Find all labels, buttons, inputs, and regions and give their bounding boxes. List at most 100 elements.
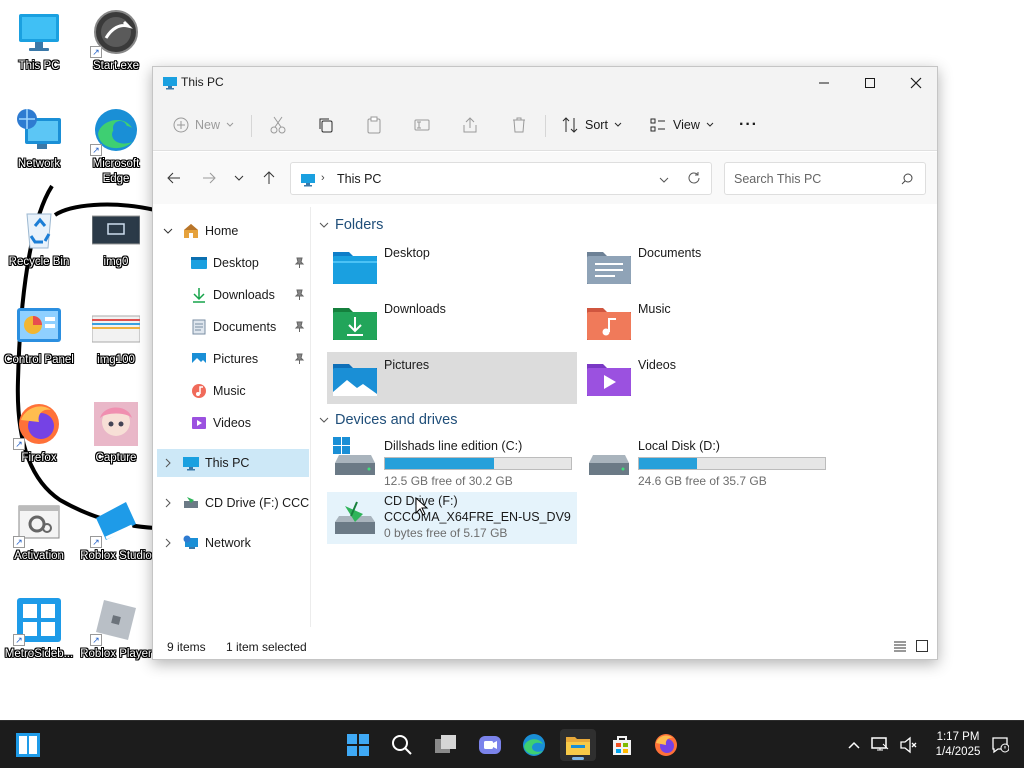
- windows-logo-icon: [333, 437, 350, 454]
- sidebar-item-label: Desktop: [213, 256, 259, 270]
- sort-button[interactable]: Sort: [561, 113, 622, 137]
- up-button[interactable]: [257, 166, 281, 190]
- address-dropdown-button[interactable]: [659, 173, 669, 187]
- drive-tile-d[interactable]: Local Disk (D:) 24.6 GB free of 35.7 GB: [581, 437, 841, 491]
- desktop-icon-firefox[interactable]: ↗ Firefox: [1, 396, 77, 488]
- drive-usage-fill: [385, 458, 494, 469]
- chat-button[interactable]: [472, 729, 508, 761]
- desktop-icon-label: Roblox Player: [80, 648, 152, 660]
- chevron-right-icon[interactable]: [163, 538, 173, 548]
- taskbar-store-button[interactable]: [604, 729, 640, 761]
- chevron-right-icon[interactable]: [163, 458, 173, 468]
- taskbar-firefox-button[interactable]: [648, 729, 684, 761]
- taskbar-edge-button[interactable]: [516, 729, 552, 761]
- more-options-button[interactable]: ···: [739, 113, 758, 137]
- share-icon: [463, 117, 477, 133]
- desktop-icon-roblox-studio[interactable]: ↗ Roblox Studio: [78, 494, 154, 586]
- drive-free-space: 12.5 GB free of 30.2 GB: [384, 474, 513, 488]
- cut-button[interactable]: [269, 113, 287, 137]
- address-bar[interactable]: › This PC: [290, 162, 712, 195]
- sidebar-item-cd-drive[interactable]: CD Drive (F:) CCCOMA_X64FRE_EN-US_DV9: [157, 489, 309, 517]
- sidebar-item-label: Pictures: [213, 352, 259, 366]
- desktop-icon-capture[interactable]: Capture: [78, 396, 154, 488]
- task-view-button[interactable]: [428, 729, 464, 761]
- sidebar-item-documents[interactable]: Documents: [157, 313, 309, 341]
- new-button[interactable]: New: [173, 113, 234, 137]
- folder-name: Downloads: [384, 302, 446, 316]
- chevron-right-icon: ›: [321, 172, 325, 184]
- folder-tile-videos[interactable]: Videos: [581, 352, 831, 404]
- taskbar-file-explorer-button[interactable]: [560, 729, 596, 761]
- taskbar-metro-sidebar-button[interactable]: [10, 729, 46, 761]
- section-title: Folders: [335, 217, 384, 233]
- desktop-icon-img100[interactable]: img100: [78, 298, 154, 390]
- taskbar-search-button[interactable]: [384, 729, 420, 761]
- desktop-icon-start-exe[interactable]: ↗ Start.exe: [78, 4, 154, 96]
- close-button[interactable]: [893, 67, 939, 99]
- desktop-icon-roblox-player[interactable]: ↗ Roblox Player: [78, 592, 154, 684]
- refresh-button[interactable]: [687, 171, 701, 188]
- desktop-icon-this-pc[interactable]: This PC: [1, 4, 77, 96]
- network-status-button[interactable]: [866, 729, 894, 761]
- arrow-left-icon: [167, 172, 180, 184]
- delete-button[interactable]: [510, 113, 528, 137]
- sidebar-item-this-pc[interactable]: This PC: [157, 449, 309, 477]
- copy-button[interactable]: [317, 113, 335, 137]
- drive-volume-label: CCCOMA_X64FRE_EN-US_DV9: [384, 510, 571, 524]
- roblox-studio-icon: ↗: [90, 498, 140, 548]
- devices-section-header[interactable]: Devices and drives: [319, 412, 458, 428]
- pictures-folder-icon: [333, 358, 377, 401]
- drive-tile-cd-f[interactable]: CD Drive (F:) CCCOMA_X64FRE_EN-US_DV9 0 …: [327, 492, 577, 544]
- sidebar-item-downloads[interactable]: Downloads: [157, 281, 309, 309]
- view-button[interactable]: View: [649, 113, 714, 137]
- folders-section-header[interactable]: Folders: [319, 217, 383, 233]
- window-title: This PC: [181, 75, 224, 89]
- rename-button[interactable]: [413, 113, 431, 137]
- sidebar-item-desktop[interactable]: Desktop: [157, 249, 309, 277]
- sidebar-item-music[interactable]: Music: [157, 377, 309, 405]
- clock[interactable]: 1:17 PM 1/4/2025: [928, 730, 988, 760]
- start-button[interactable]: [340, 729, 376, 761]
- pane-divider[interactable]: [310, 207, 311, 627]
- sidebar-item-network[interactable]: Network: [157, 529, 309, 557]
- shortcut-arrow-icon: ↗: [90, 634, 102, 646]
- volume-button[interactable]: [894, 729, 922, 761]
- folder-tile-downloads[interactable]: Downloads: [327, 296, 577, 348]
- desktop-icon-network[interactable]: Network: [1, 102, 77, 194]
- desktop-icon-control-panel[interactable]: Control Panel: [1, 298, 77, 390]
- desktop-icon-img0[interactable]: img0: [78, 200, 154, 292]
- this-pc-icon: [300, 172, 316, 191]
- chevron-down-icon[interactable]: [163, 226, 173, 236]
- sidebar-item-pictures[interactable]: Pictures: [157, 345, 309, 373]
- details-view-button[interactable]: [893, 639, 907, 656]
- recent-locations-button[interactable]: [227, 166, 251, 190]
- folder-tile-pictures[interactable]: Pictures: [327, 352, 577, 404]
- paste-button[interactable]: [365, 113, 383, 137]
- desktop-icon-label: Roblox Studio: [80, 550, 152, 562]
- desktop-icon-metro-sidebar[interactable]: ↗ MetroSideb...: [1, 592, 77, 684]
- chevron-right-icon[interactable]: [163, 498, 173, 508]
- title-bar[interactable]: This PC: [153, 67, 937, 99]
- desktop-icon-edge[interactable]: ↗ Microsoft Edge: [78, 102, 154, 194]
- desktop-icon-recycle-bin[interactable]: Recycle Bin: [1, 200, 77, 292]
- search-box[interactable]: Search This PC: [724, 162, 926, 195]
- share-button[interactable]: [461, 113, 479, 137]
- navigation-bar: › This PC Search This PC: [153, 152, 937, 204]
- folder-tile-documents[interactable]: Documents: [581, 240, 831, 292]
- back-button[interactable]: [162, 166, 186, 190]
- drive-tile-c[interactable]: Dillshads line edition (C:) 12.5 GB free…: [327, 437, 587, 491]
- minimize-button[interactable]: [801, 67, 847, 99]
- task-view-icon: [435, 735, 456, 753]
- search-placeholder: Search This PC: [734, 172, 822, 186]
- folder-tile-desktop[interactable]: Desktop: [327, 240, 577, 292]
- folder-tile-music[interactable]: Music: [581, 296, 831, 348]
- notifications-button[interactable]: [986, 729, 1014, 761]
- large-icons-view-button[interactable]: [915, 639, 929, 656]
- start-exe-icon: ↗: [90, 8, 140, 58]
- sidebar-item-videos[interactable]: Videos: [157, 409, 309, 437]
- tiles-view-icon: [916, 640, 928, 652]
- desktop-icon-activation[interactable]: ↗ Activation: [1, 494, 77, 586]
- forward-button[interactable]: [197, 166, 221, 190]
- maximize-button[interactable]: [847, 67, 893, 99]
- sidebar-item-home[interactable]: Home: [157, 217, 309, 245]
